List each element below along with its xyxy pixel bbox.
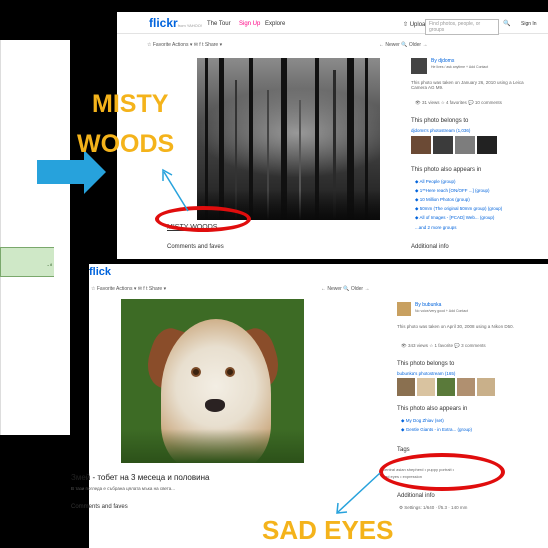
arrow-head-misty	[162, 168, 173, 181]
arrow-misty	[163, 171, 189, 212]
arrow-sad-eyes	[337, 472, 381, 513]
annotation-arrows	[162, 168, 381, 514]
